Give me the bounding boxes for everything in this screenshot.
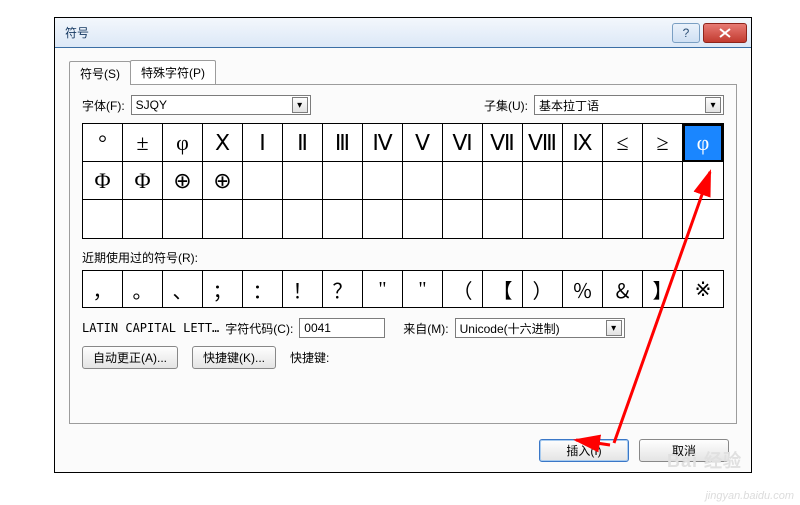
symbol-cell[interactable]: ⊕: [163, 162, 203, 200]
symbol-cell[interactable]: [443, 200, 483, 238]
symbol-cell[interactable]: [563, 162, 603, 200]
symbol-cell[interactable]: φ: [163, 124, 203, 162]
titlebar: 符号 ?: [55, 18, 751, 48]
recent-cell[interactable]: 、: [163, 271, 203, 307]
symbol-cell[interactable]: [523, 162, 563, 200]
char-name-label: LATIN CAPITAL LETT…: [82, 321, 219, 335]
close-button[interactable]: [703, 23, 747, 43]
recent-cell[interactable]: 【: [483, 271, 523, 307]
symbol-cell[interactable]: Ⅸ: [563, 124, 603, 162]
chevron-down-icon[interactable]: ▾: [606, 320, 622, 336]
symbol-cell[interactable]: [403, 162, 443, 200]
symbol-grid: °±φⅩⅠⅡⅢⅣⅤⅥⅦⅧⅨ≤≥φΦΦ⊕⊕: [82, 123, 724, 239]
recent-cell[interactable]: ！: [283, 271, 323, 307]
symbol-cell[interactable]: [603, 162, 643, 200]
symbol-cell[interactable]: [83, 200, 123, 238]
subset-combo[interactable]: 基本拉丁语 ▾: [534, 95, 724, 115]
recent-label: 近期使用过的符号(R):: [82, 249, 724, 266]
recent-cell[interactable]: （: [443, 271, 483, 307]
symbol-cell[interactable]: [643, 200, 683, 238]
symbol-cell[interactable]: [563, 200, 603, 238]
symbol-cell[interactable]: [683, 200, 723, 238]
symbol-cell[interactable]: [283, 200, 323, 238]
symbol-cell[interactable]: [283, 162, 323, 200]
symbol-cell[interactable]: [363, 200, 403, 238]
recent-cell[interactable]: ，: [83, 271, 123, 307]
from-label: 来自(M):: [403, 320, 448, 337]
tabpane: 字体(F): SJQY ▾ 子集(U): 基本拉丁语 ▾ °±φⅩⅠⅡⅢⅣⅤⅥⅦ…: [69, 84, 737, 424]
symbol-cell[interactable]: ±: [123, 124, 163, 162]
cancel-button[interactable]: 取消: [639, 439, 729, 462]
from-combo[interactable]: Unicode(十六进制) ▾: [455, 318, 625, 338]
symbol-cell[interactable]: φ: [683, 124, 723, 162]
subset-label: 子集(U):: [484, 97, 528, 114]
recent-cell[interactable]: 。: [123, 271, 163, 307]
char-code-label: 字符代码(C):: [225, 320, 293, 337]
subset-value: 基本拉丁语: [539, 97, 705, 114]
shortcut-label: 快捷键:: [290, 349, 329, 366]
symbol-cell[interactable]: Ⅵ: [443, 124, 483, 162]
recent-cell[interactable]: ": [403, 271, 443, 307]
recent-grid: ，。、；：！？""（【）％＆】※: [82, 270, 724, 308]
symbol-cell[interactable]: °: [83, 124, 123, 162]
symbol-cell[interactable]: Ⅰ: [243, 124, 283, 162]
symbol-cell[interactable]: Φ: [123, 162, 163, 200]
chevron-down-icon[interactable]: ▾: [292, 97, 308, 113]
symbol-cell[interactable]: Ⅹ: [203, 124, 243, 162]
symbol-cell[interactable]: ⊕: [203, 162, 243, 200]
symbol-cell[interactable]: Ⅷ: [523, 124, 563, 162]
symbol-cell[interactable]: [243, 200, 283, 238]
font-combo[interactable]: SJQY ▾: [131, 95, 311, 115]
symbol-cell[interactable]: [523, 200, 563, 238]
window-title: 符号: [65, 24, 669, 41]
recent-cell[interactable]: ）: [523, 271, 563, 307]
client-area: 符号(S) 特殊字符(P) 字体(F): SJQY ▾ 子集(U): 基本拉丁语…: [55, 48, 751, 472]
tab-symbol[interactable]: 符号(S): [69, 61, 131, 85]
symbol-cell[interactable]: Ⅳ: [363, 124, 403, 162]
recent-cell[interactable]: ": [363, 271, 403, 307]
font-value: SJQY: [136, 98, 292, 112]
symbol-cell[interactable]: [483, 162, 523, 200]
from-value: Unicode(十六进制): [460, 320, 606, 337]
symbol-cell[interactable]: [643, 162, 683, 200]
symbol-cell[interactable]: [123, 200, 163, 238]
watermark-url: jingyan.baidu.com: [705, 490, 794, 502]
recent-cell[interactable]: 】: [643, 271, 683, 307]
symbol-cell[interactable]: [323, 200, 363, 238]
recent-cell[interactable]: ＆: [603, 271, 643, 307]
symbol-cell[interactable]: [403, 200, 443, 238]
symbol-cell[interactable]: Ⅶ: [483, 124, 523, 162]
symbol-cell[interactable]: Ⅲ: [323, 124, 363, 162]
symbol-cell[interactable]: [243, 162, 283, 200]
symbol-cell[interactable]: [603, 200, 643, 238]
dialog-footer: 插入(I) 取消: [55, 439, 751, 462]
recent-cell[interactable]: ？: [323, 271, 363, 307]
symbol-cell[interactable]: Ⅴ: [403, 124, 443, 162]
symbol-cell[interactable]: [363, 162, 403, 200]
symbol-cell[interactable]: [203, 200, 243, 238]
symbol-cell[interactable]: [323, 162, 363, 200]
insert-button[interactable]: 插入(I): [539, 439, 629, 462]
symbol-cell[interactable]: [443, 162, 483, 200]
symbol-cell[interactable]: [483, 200, 523, 238]
symbol-cell[interactable]: [163, 200, 203, 238]
recent-cell[interactable]: ※: [683, 271, 723, 307]
char-code-input[interactable]: [299, 318, 385, 338]
tabstrip: 符号(S) 特殊字符(P): [69, 60, 737, 84]
recent-cell[interactable]: ％: [563, 271, 603, 307]
tab-special-chars[interactable]: 特殊字符(P): [130, 60, 216, 84]
symbol-cell[interactable]: ≤: [603, 124, 643, 162]
symbol-cell[interactable]: Φ: [83, 162, 123, 200]
shortcut-key-button[interactable]: 快捷键(K)...: [192, 346, 276, 369]
chevron-down-icon[interactable]: ▾: [705, 97, 721, 113]
symbol-cell[interactable]: [683, 162, 723, 200]
recent-cell[interactable]: ：: [243, 271, 283, 307]
symbol-cell[interactable]: Ⅱ: [283, 124, 323, 162]
recent-cell[interactable]: ；: [203, 271, 243, 307]
font-label: 字体(F):: [82, 97, 125, 114]
autocorrect-button[interactable]: 自动更正(A)...: [82, 346, 178, 369]
dialog-window: 符号 ? 符号(S) 特殊字符(P) 字体(F): SJQY ▾ 子集(U): …: [54, 17, 752, 473]
symbol-cell[interactable]: ≥: [643, 124, 683, 162]
help-button[interactable]: ?: [672, 23, 700, 43]
